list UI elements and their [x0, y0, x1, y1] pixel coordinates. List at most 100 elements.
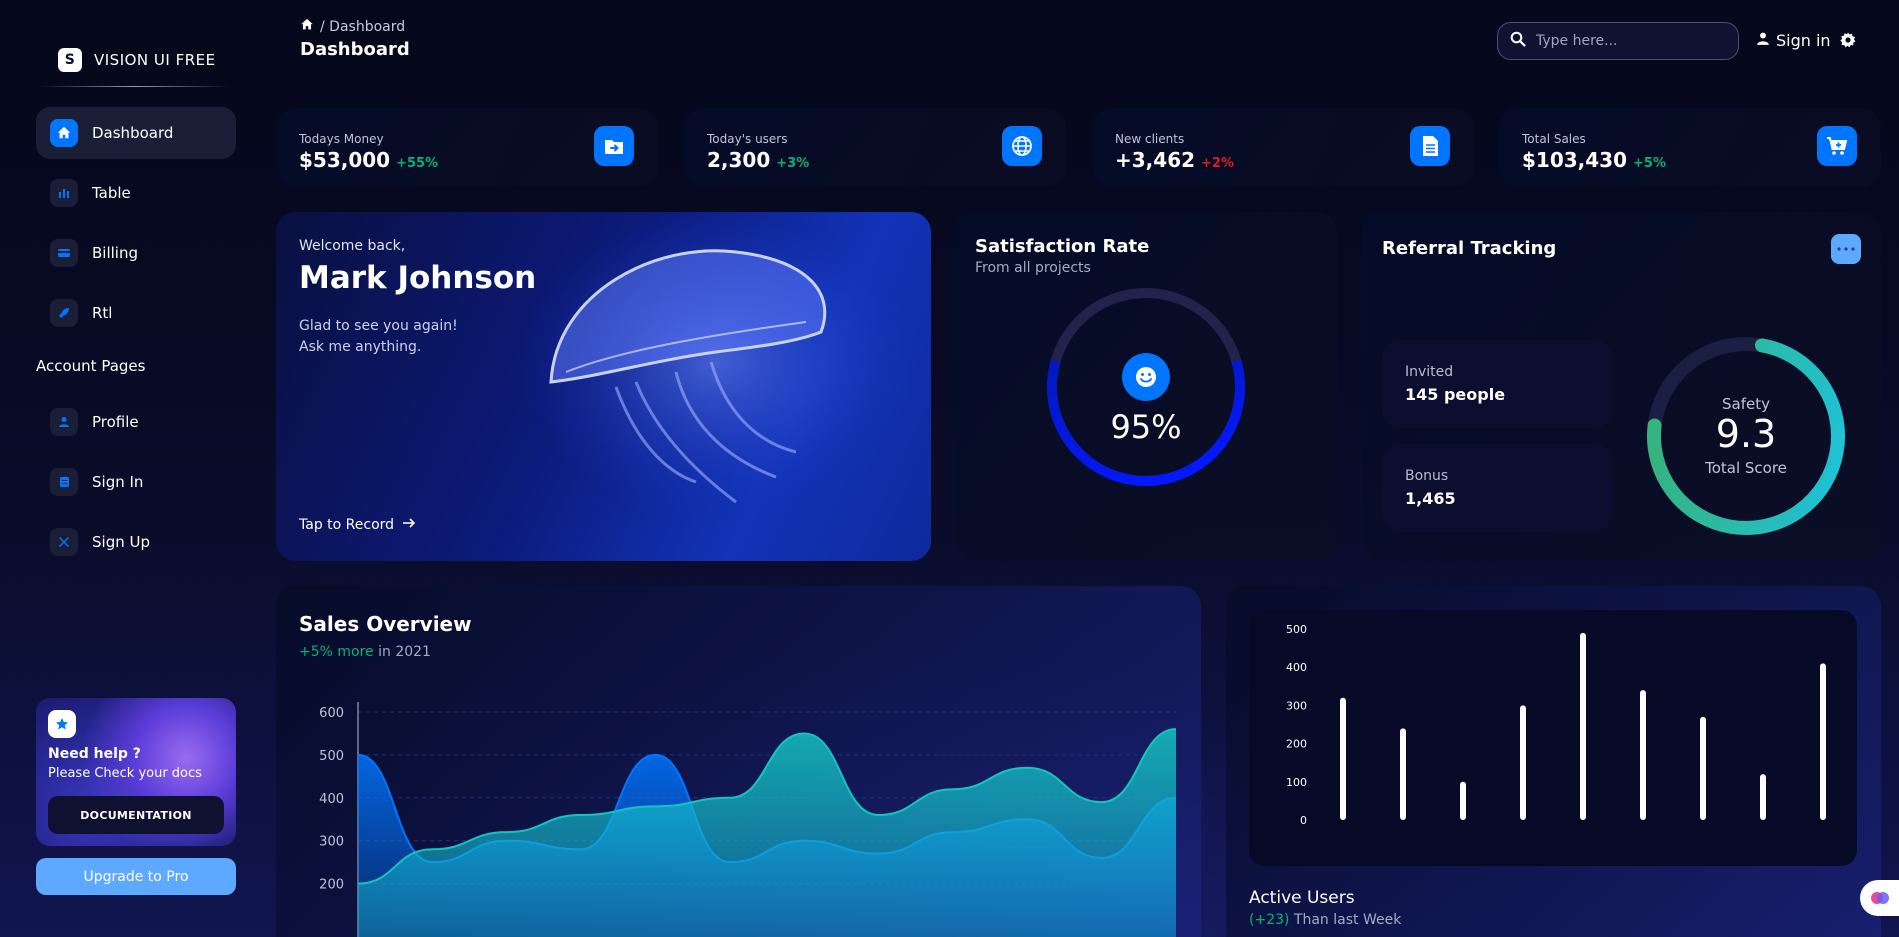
bar — [1700, 716, 1706, 820]
y-tick-label: 400 — [319, 792, 344, 807]
tools-icon — [50, 528, 78, 556]
card-title: Referral Tracking — [1382, 238, 1557, 259]
safety-label: Safety — [1722, 395, 1770, 413]
card-title: Satisfaction Rate — [975, 236, 1150, 257]
y-tick-label: 300 — [1286, 699, 1307, 712]
sidebar-item-sign-in[interactable]: Sign In — [36, 456, 236, 508]
stat-value: +3,462 +2% — [1115, 148, 1234, 172]
divider — [40, 86, 230, 87]
sidebar-item-label: Billing — [92, 244, 138, 262]
bar-chart-panel: 500 400 300 200 100 0 — [1249, 610, 1857, 866]
help-card: Need help ? Please Check your docs DOCUM… — [36, 698, 236, 846]
logo-icon: S — [58, 48, 82, 72]
search-icon — [1510, 31, 1526, 51]
breadcrumb: / Dashboard — [300, 18, 410, 35]
stat-label: Todays Money — [299, 132, 384, 146]
active-users-chart: 500 400 300 200 100 0 — [1286, 623, 1826, 827]
active-users-card: 500 400 300 200 100 0 Active Users (+23) Than… — [1226, 586, 1881, 937]
search-input[interactable] — [1536, 33, 1716, 49]
stat-label: Today's users — [707, 132, 788, 146]
chat-widget-button[interactable] — [1860, 880, 1899, 916]
sidebar-item-dashboard[interactable]: Dashboard — [36, 107, 236, 159]
stat-label: New clients — [1115, 132, 1185, 146]
sales-overview-card: Sales Overview +5% more in 2021 600 500 40… — [276, 586, 1201, 937]
y-tick-label: 400 — [1286, 661, 1307, 674]
satisfaction-card: Satisfaction Rate From all projects 95% — [955, 212, 1337, 561]
help-subtitle: Please Check your docs — [48, 766, 202, 781]
credit-card-icon — [50, 239, 78, 267]
stat-card-clients: New clients +3,462 +2% — [1092, 108, 1474, 187]
help-title: Need help ? — [48, 746, 141, 762]
user-icon — [1756, 31, 1770, 50]
cart-icon — [1817, 126, 1857, 166]
more-options-button[interactable] — [1831, 234, 1861, 264]
stat-value: $53,000 +55% — [299, 148, 439, 172]
sidebar-item-billing[interactable]: Billing — [36, 227, 236, 279]
stat-card-users: Today's users 2,300 +3% — [684, 108, 1066, 187]
bar — [1520, 705, 1526, 820]
header: / Dashboard Dashboard — [300, 18, 410, 61]
sidebar-item-sign-up[interactable]: Sign Up — [36, 516, 236, 568]
safety-score: 9.3 — [1715, 412, 1777, 456]
welcome-name: Mark Johnson — [299, 260, 537, 296]
stat-change: +55% — [396, 156, 439, 171]
y-tick-label: 500 — [1286, 623, 1307, 636]
y-tick-label: 200 — [319, 878, 344, 893]
sidebar-item-table[interactable]: Table — [36, 167, 236, 219]
welcome-greeting: Welcome back, — [299, 238, 406, 254]
sales-chart: 600 500 400 300 200 — [319, 702, 1177, 937]
sign-in-label: Sign in — [1776, 31, 1831, 50]
wallet-icon — [594, 126, 634, 166]
sidebar-item-label: Sign In — [92, 473, 144, 491]
stat-card-money: Todays Money $53,000 +55% — [276, 108, 658, 187]
brand[interactable]: S VISION UI FREE — [58, 48, 216, 72]
series-area — [358, 729, 1176, 937]
bar — [1760, 774, 1766, 820]
sidebar: S VISION UI FREE Dashboard Table Billing… — [20, 20, 250, 925]
section-title: Account Pages — [36, 357, 146, 375]
sign-in-link[interactable]: Sign in — [1756, 31, 1831, 50]
tap-to-record-link[interactable]: Tap to Record — [299, 517, 416, 533]
arrow-right-icon — [402, 517, 416, 533]
y-tick-label: 100 — [1286, 776, 1307, 789]
sidebar-item-rtl[interactable]: Rtl — [36, 287, 236, 339]
star-icon — [48, 710, 76, 738]
stat-change: +3% — [776, 156, 810, 171]
sidebar-item-label: Rtl — [92, 304, 113, 322]
bar — [1640, 690, 1646, 820]
brand-name: VISION UI FREE — [94, 51, 216, 69]
home-icon — [50, 119, 78, 147]
welcome-message: Glad to see you again! Ask me anything. — [299, 318, 458, 355]
smile-icon — [1122, 353, 1170, 401]
bonus-label: Bonus — [1405, 468, 1449, 484]
globe-icon — [1002, 126, 1042, 166]
rocket-icon — [50, 299, 78, 327]
referral-card: Referral Tracking Invited 145 people Bon… — [1362, 212, 1881, 561]
sidebar-item-label: Dashboard — [92, 124, 174, 142]
stat-change: +5% — [1633, 156, 1666, 171]
document-icon — [1410, 126, 1450, 166]
gear-icon[interactable] — [1840, 32, 1856, 52]
y-tick-label: 500 — [319, 749, 344, 764]
upgrade-button[interactable]: Upgrade to Pro — [36, 858, 236, 895]
bar — [1460, 781, 1466, 820]
sidebar-item-label: Profile — [92, 413, 139, 431]
y-tick-label: 0 — [1300, 814, 1307, 827]
y-tick-label: 300 — [319, 835, 344, 850]
y-tick-label: 600 — [319, 706, 344, 721]
home-icon[interactable] — [300, 18, 314, 35]
document-icon — [50, 468, 78, 496]
score-label: Total Score — [1705, 459, 1787, 477]
breadcrumb-current[interactable]: / Dashboard — [320, 19, 405, 35]
bar — [1400, 728, 1406, 820]
bonus-box: Bonus 1,465 — [1382, 444, 1612, 532]
bar — [1340, 697, 1346, 820]
stat-value: 2,300 +3% — [707, 148, 810, 172]
welcome-card: Welcome back, Mark Johnson Glad to see y… — [276, 212, 931, 561]
stat-change: +2% — [1201, 156, 1234, 171]
bar-chart-icon — [50, 179, 78, 207]
stat-value: $103,430 +5% — [1522, 148, 1666, 172]
invited-box: Invited 145 people — [1382, 340, 1612, 428]
documentation-button[interactable]: DOCUMENTATION — [48, 796, 224, 834]
sidebar-item-profile[interactable]: Profile — [36, 396, 236, 448]
